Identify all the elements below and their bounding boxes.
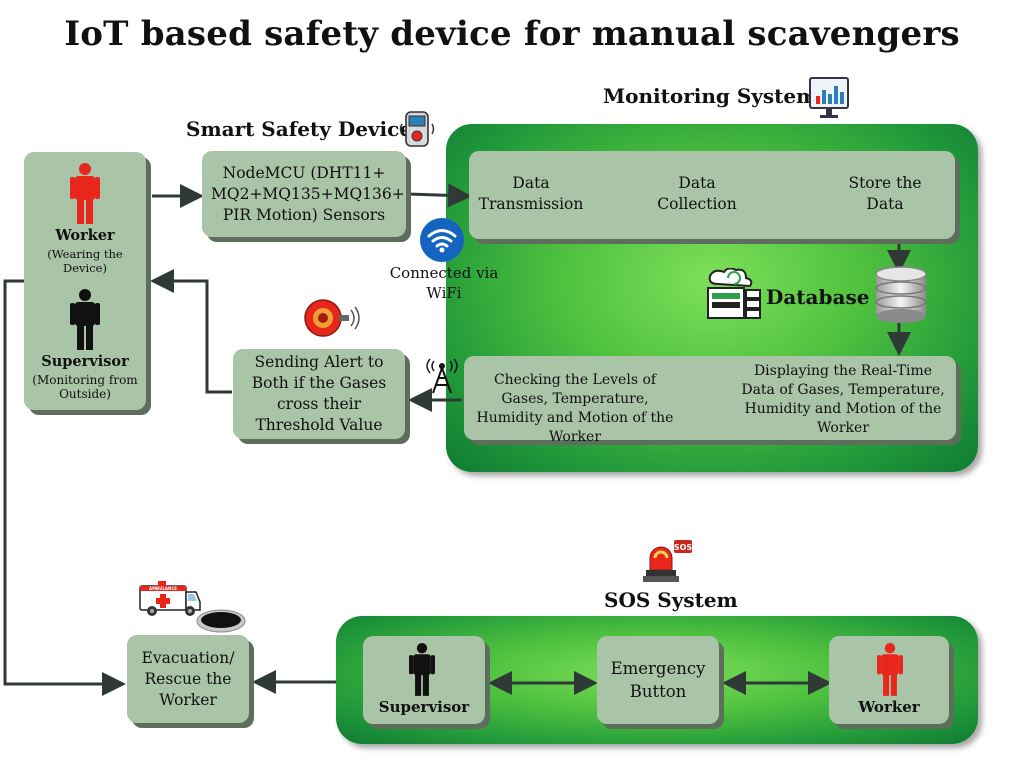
sos-worker-label: Worker (858, 698, 920, 716)
monitor-chart-icon (809, 77, 849, 118)
ambulance-text: AMBULANCE (149, 586, 177, 591)
evacuation-box-text: Evacuation/ Rescue the Worker (141, 648, 235, 709)
database-label: Database (766, 285, 870, 309)
monitoring-system-title: Monitoring System (603, 84, 818, 108)
sos-system-title: SOS System (604, 588, 738, 612)
supervisor-figure-icon (70, 289, 100, 350)
ambulance-icon: AMBULANCE (139, 581, 201, 616)
smart-safety-device-title: Smart Safety Device (186, 117, 413, 141)
sos-supervisor-figure-icon (409, 643, 435, 696)
smart-device-icon (399, 111, 435, 147)
supervisor-label: Supervisor (41, 353, 129, 370)
wifi-icon (420, 218, 464, 262)
analysis-box: Checking the Levels of Gases, Temperatur… (464, 356, 956, 445)
displaying-data-step: Displaying the Real-Time Data of Gases, … (741, 363, 945, 436)
wifi-label: Connected via WiFi (389, 264, 499, 302)
supervisor-note: (Monitoring from Outside) (32, 373, 138, 401)
sos-worker-figure-icon (877, 643, 903, 696)
manhole-icon (196, 609, 246, 633)
data-collection-step: Data Collection (657, 174, 737, 213)
signal-tower-icon (426, 358, 458, 394)
worker-figure-icon (70, 163, 100, 224)
worker-label: Worker (55, 227, 115, 244)
sos-badge: SOS (674, 543, 693, 552)
evacuation-box: Evacuation/ Rescue the Worker (127, 635, 249, 723)
emergency-button-text: Emergency Button (610, 659, 706, 701)
sos-supervisor-label: Supervisor (378, 698, 470, 716)
page-title: IoT based safety device for manual scave… (64, 14, 960, 54)
database-cylinder-icon (875, 266, 927, 323)
people-box: Worker (Wearing the Device) Supervisor (… (24, 152, 146, 410)
sensor-box: NodeMCU (DHT11+ MQ2+MQ135+MQ136+ PIR Mot… (202, 151, 406, 237)
sos-worker-box: Worker (829, 636, 949, 724)
alarm-bell-icon (304, 299, 360, 337)
sos-supervisor-box: Supervisor (363, 636, 485, 724)
database-server-icon (707, 268, 761, 319)
alert-box-text: Sending Alert to Both if the Gases cross… (251, 353, 387, 434)
data-flow-box: Data Transmission Data Collection Store … (469, 151, 955, 239)
worker-note: (Wearing the Device) (47, 247, 123, 275)
emergency-button-box[interactable]: Emergency Button (597, 636, 719, 724)
sensor-box-text: NodeMCU (DHT11+ MQ2+MQ135+MQ136+ PIR Mot… (211, 163, 405, 224)
checking-levels-step: Checking the Levels of Gases, Temperatur… (476, 372, 674, 445)
alert-box: Sending Alert to Both if the Gases cross… (233, 349, 405, 439)
store-data-step: Store the Data (848, 174, 922, 213)
data-transmission-step: Data Transmission (478, 174, 584, 213)
sos-siren-icon: SOS (643, 540, 693, 582)
